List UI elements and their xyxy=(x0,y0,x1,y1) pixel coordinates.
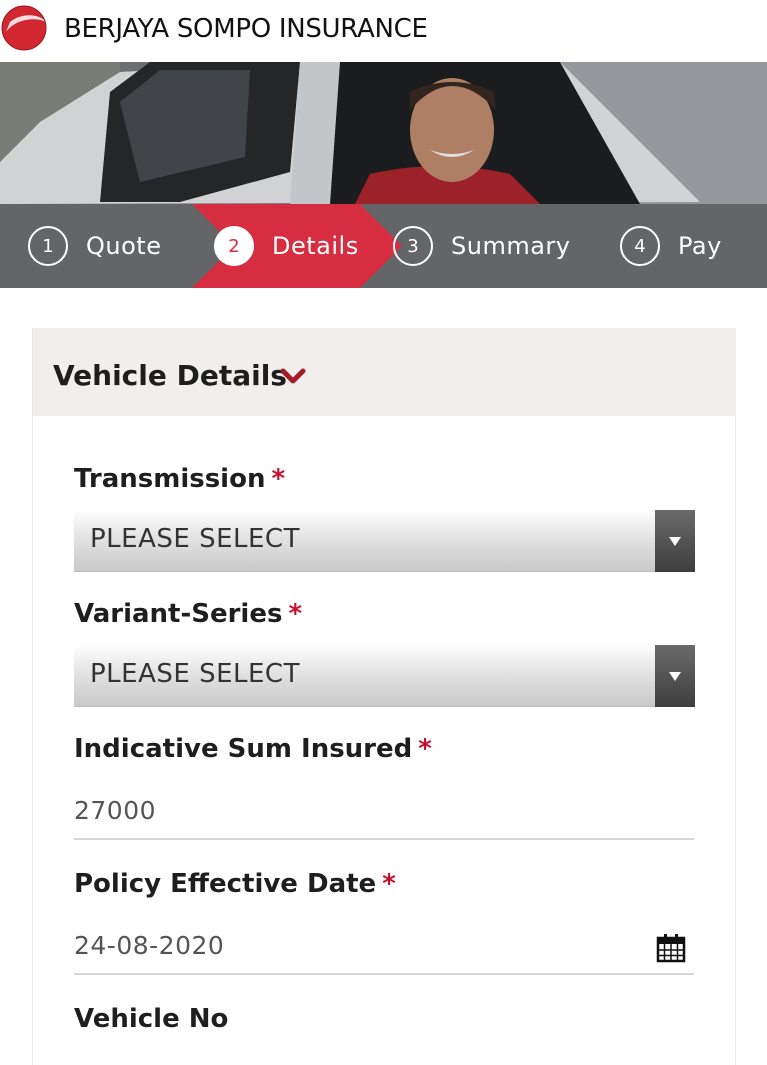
required-marker: * xyxy=(382,869,396,899)
required-marker: * xyxy=(271,464,286,494)
vehicle-no-label: Vehicle No xyxy=(74,1004,228,1034)
section-title: Vehicle Details xyxy=(53,359,287,392)
chevron-down-icon[interactable] xyxy=(280,366,306,386)
dropdown-arrow-icon[interactable] xyxy=(655,510,695,572)
site-header: BERJAYA SOMPO INSURANCE xyxy=(0,0,767,62)
required-marker: * xyxy=(288,599,303,629)
sum-insured-label: Indicative Sum Insured * xyxy=(74,734,432,764)
step-label: Quote xyxy=(86,232,162,260)
step-details[interactable]: 2 Details xyxy=(214,204,359,288)
variant-series-value: PLEASE SELECT xyxy=(90,659,300,689)
transmission-label: Transmission * xyxy=(74,464,285,494)
dropdown-arrow-icon[interactable] xyxy=(655,645,695,707)
brand-name: BERJAYA SOMPO INSURANCE xyxy=(64,14,428,44)
sum-insured-input[interactable]: 27000 xyxy=(74,784,694,840)
vehicle-no-label-text: Vehicle No xyxy=(74,1004,229,1034)
effective-date-value: 24-08-2020 xyxy=(74,931,225,960)
hero-image xyxy=(0,62,767,204)
progress-steps: 1 Quote 2 Details 3 Summary 4 Pay xyxy=(0,204,767,288)
calendar-icon[interactable] xyxy=(656,933,686,963)
step-summary[interactable]: 3 Summary xyxy=(393,204,570,288)
hero-banner xyxy=(0,62,767,204)
step-pay[interactable]: 4 Pay xyxy=(620,204,722,288)
sum-insured-value: 27000 xyxy=(74,796,157,825)
step-number: 1 xyxy=(28,226,68,266)
effective-date-label-text: Policy Effective Date xyxy=(74,869,377,899)
step-quote[interactable]: 1 Quote xyxy=(28,204,161,288)
step-number: 4 xyxy=(620,226,660,266)
step-label: Details xyxy=(272,232,359,260)
sum-insured-label-text: Indicative Sum Insured xyxy=(74,734,413,764)
vehicle-details-card: Vehicle Details Transmission * PLEASE SEL… xyxy=(32,328,736,1065)
step-label: Summary xyxy=(451,232,571,260)
variant-series-label: Variant-Series * xyxy=(74,599,302,629)
transmission-label-text: Transmission xyxy=(74,464,266,494)
effective-date-label: Policy Effective Date * xyxy=(74,869,396,899)
variant-series-select[interactable]: PLEASE SELECT xyxy=(74,645,695,707)
step-number: 2 xyxy=(214,226,254,266)
required-marker: * xyxy=(418,734,432,764)
transmission-select[interactable]: PLEASE SELECT xyxy=(74,510,695,572)
berjaya-sompo-logo[interactable] xyxy=(0,4,48,52)
effective-date-input[interactable]: 24-08-2020 xyxy=(74,919,694,975)
transmission-value: PLEASE SELECT xyxy=(90,524,300,554)
section-header[interactable]: Vehicle Details xyxy=(33,328,736,416)
variant-series-label-text: Variant-Series xyxy=(74,599,283,629)
step-label: Pay xyxy=(678,232,722,260)
step-number: 3 xyxy=(393,226,433,266)
